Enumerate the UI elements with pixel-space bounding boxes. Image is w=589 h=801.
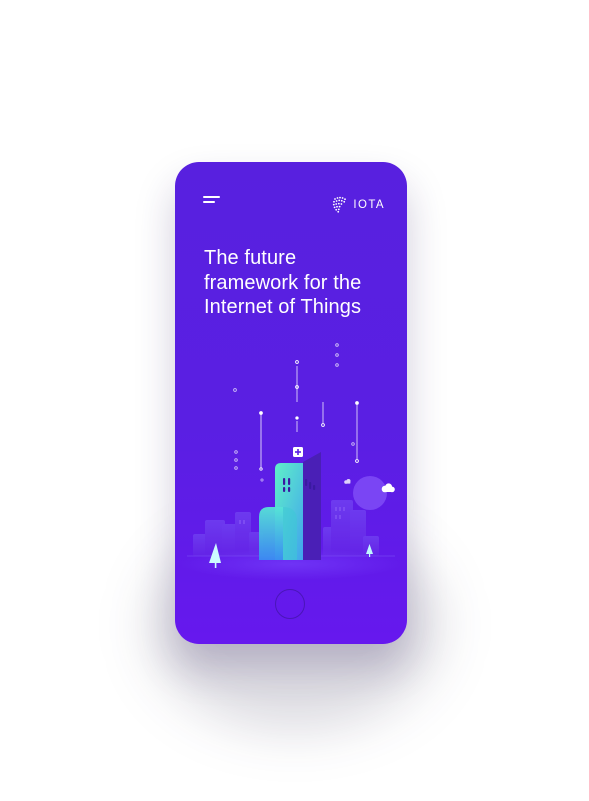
hero-headline: The future framework for the Internet of… — [204, 247, 362, 318]
logo-wordmark: IOTA — [353, 198, 385, 211]
plus-badge-icon — [293, 447, 303, 457]
small-cloud-icon — [344, 479, 351, 484]
iota-dot-logo-icon — [333, 196, 347, 213]
network-nodes — [233, 343, 359, 482]
hamburger-menu-icon[interactable] — [203, 196, 223, 208]
canvas: IOTA The future framework for the Intern… — [0, 0, 589, 801]
main-building — [259, 452, 321, 560]
planet-shape — [353, 476, 387, 510]
home-button-icon[interactable] — [275, 589, 305, 619]
iota-logo[interactable]: IOTA — [332, 196, 385, 213]
phone-screen: IOTA The future framework for the Intern… — [175, 162, 407, 644]
iot-city-illustration — [181, 343, 401, 580]
